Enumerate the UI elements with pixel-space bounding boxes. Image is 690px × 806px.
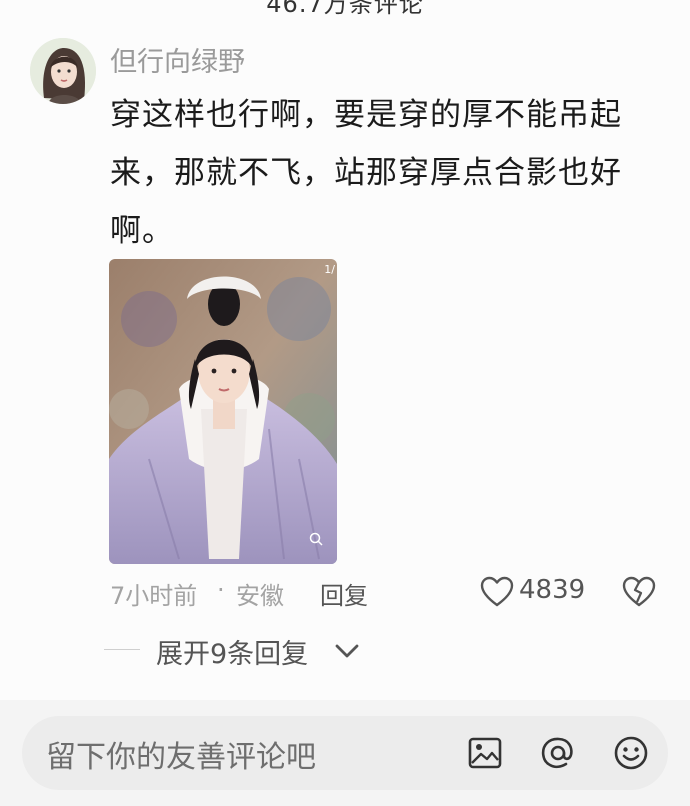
zoom-icon[interactable] [309,531,323,550]
meta-separator: · [217,576,225,604]
reply-button[interactable]: 回复 [320,576,368,611]
image-counter: 1/ [324,263,335,276]
comment-image[interactable]: 1/ [109,259,337,564]
comment-username[interactable]: 但行向绿野 [110,40,245,79]
at-sign-icon[interactable] [539,734,577,772]
comments-count-title: 46.7万条评论 [266,0,424,18]
expand-replies-button[interactable]: 展开9条回复 [156,632,308,671]
avatar-portrait-icon [30,38,96,104]
expand-divider [104,649,140,650]
comment-time: 7小时前 [110,582,198,610]
comment-text: 穿这样也行啊，要是穿的厚不能吊起来，那就不飞，站那穿厚点合影也好啊。 [110,97,622,249]
comment-location: 安徽 [236,582,284,610]
smiley-icon[interactable] [612,734,650,772]
avatar[interactable] [30,38,96,104]
broken-heart-icon[interactable] [622,576,656,608]
chevron-down-icon[interactable] [334,640,360,662]
like-count: 4839 [519,575,586,605]
comment-input-placeholder: 留下你的友善评论吧 [46,740,316,775]
costume-photo [109,259,337,564]
image-icon[interactable] [466,734,504,772]
heart-outline-icon[interactable] [480,576,514,608]
